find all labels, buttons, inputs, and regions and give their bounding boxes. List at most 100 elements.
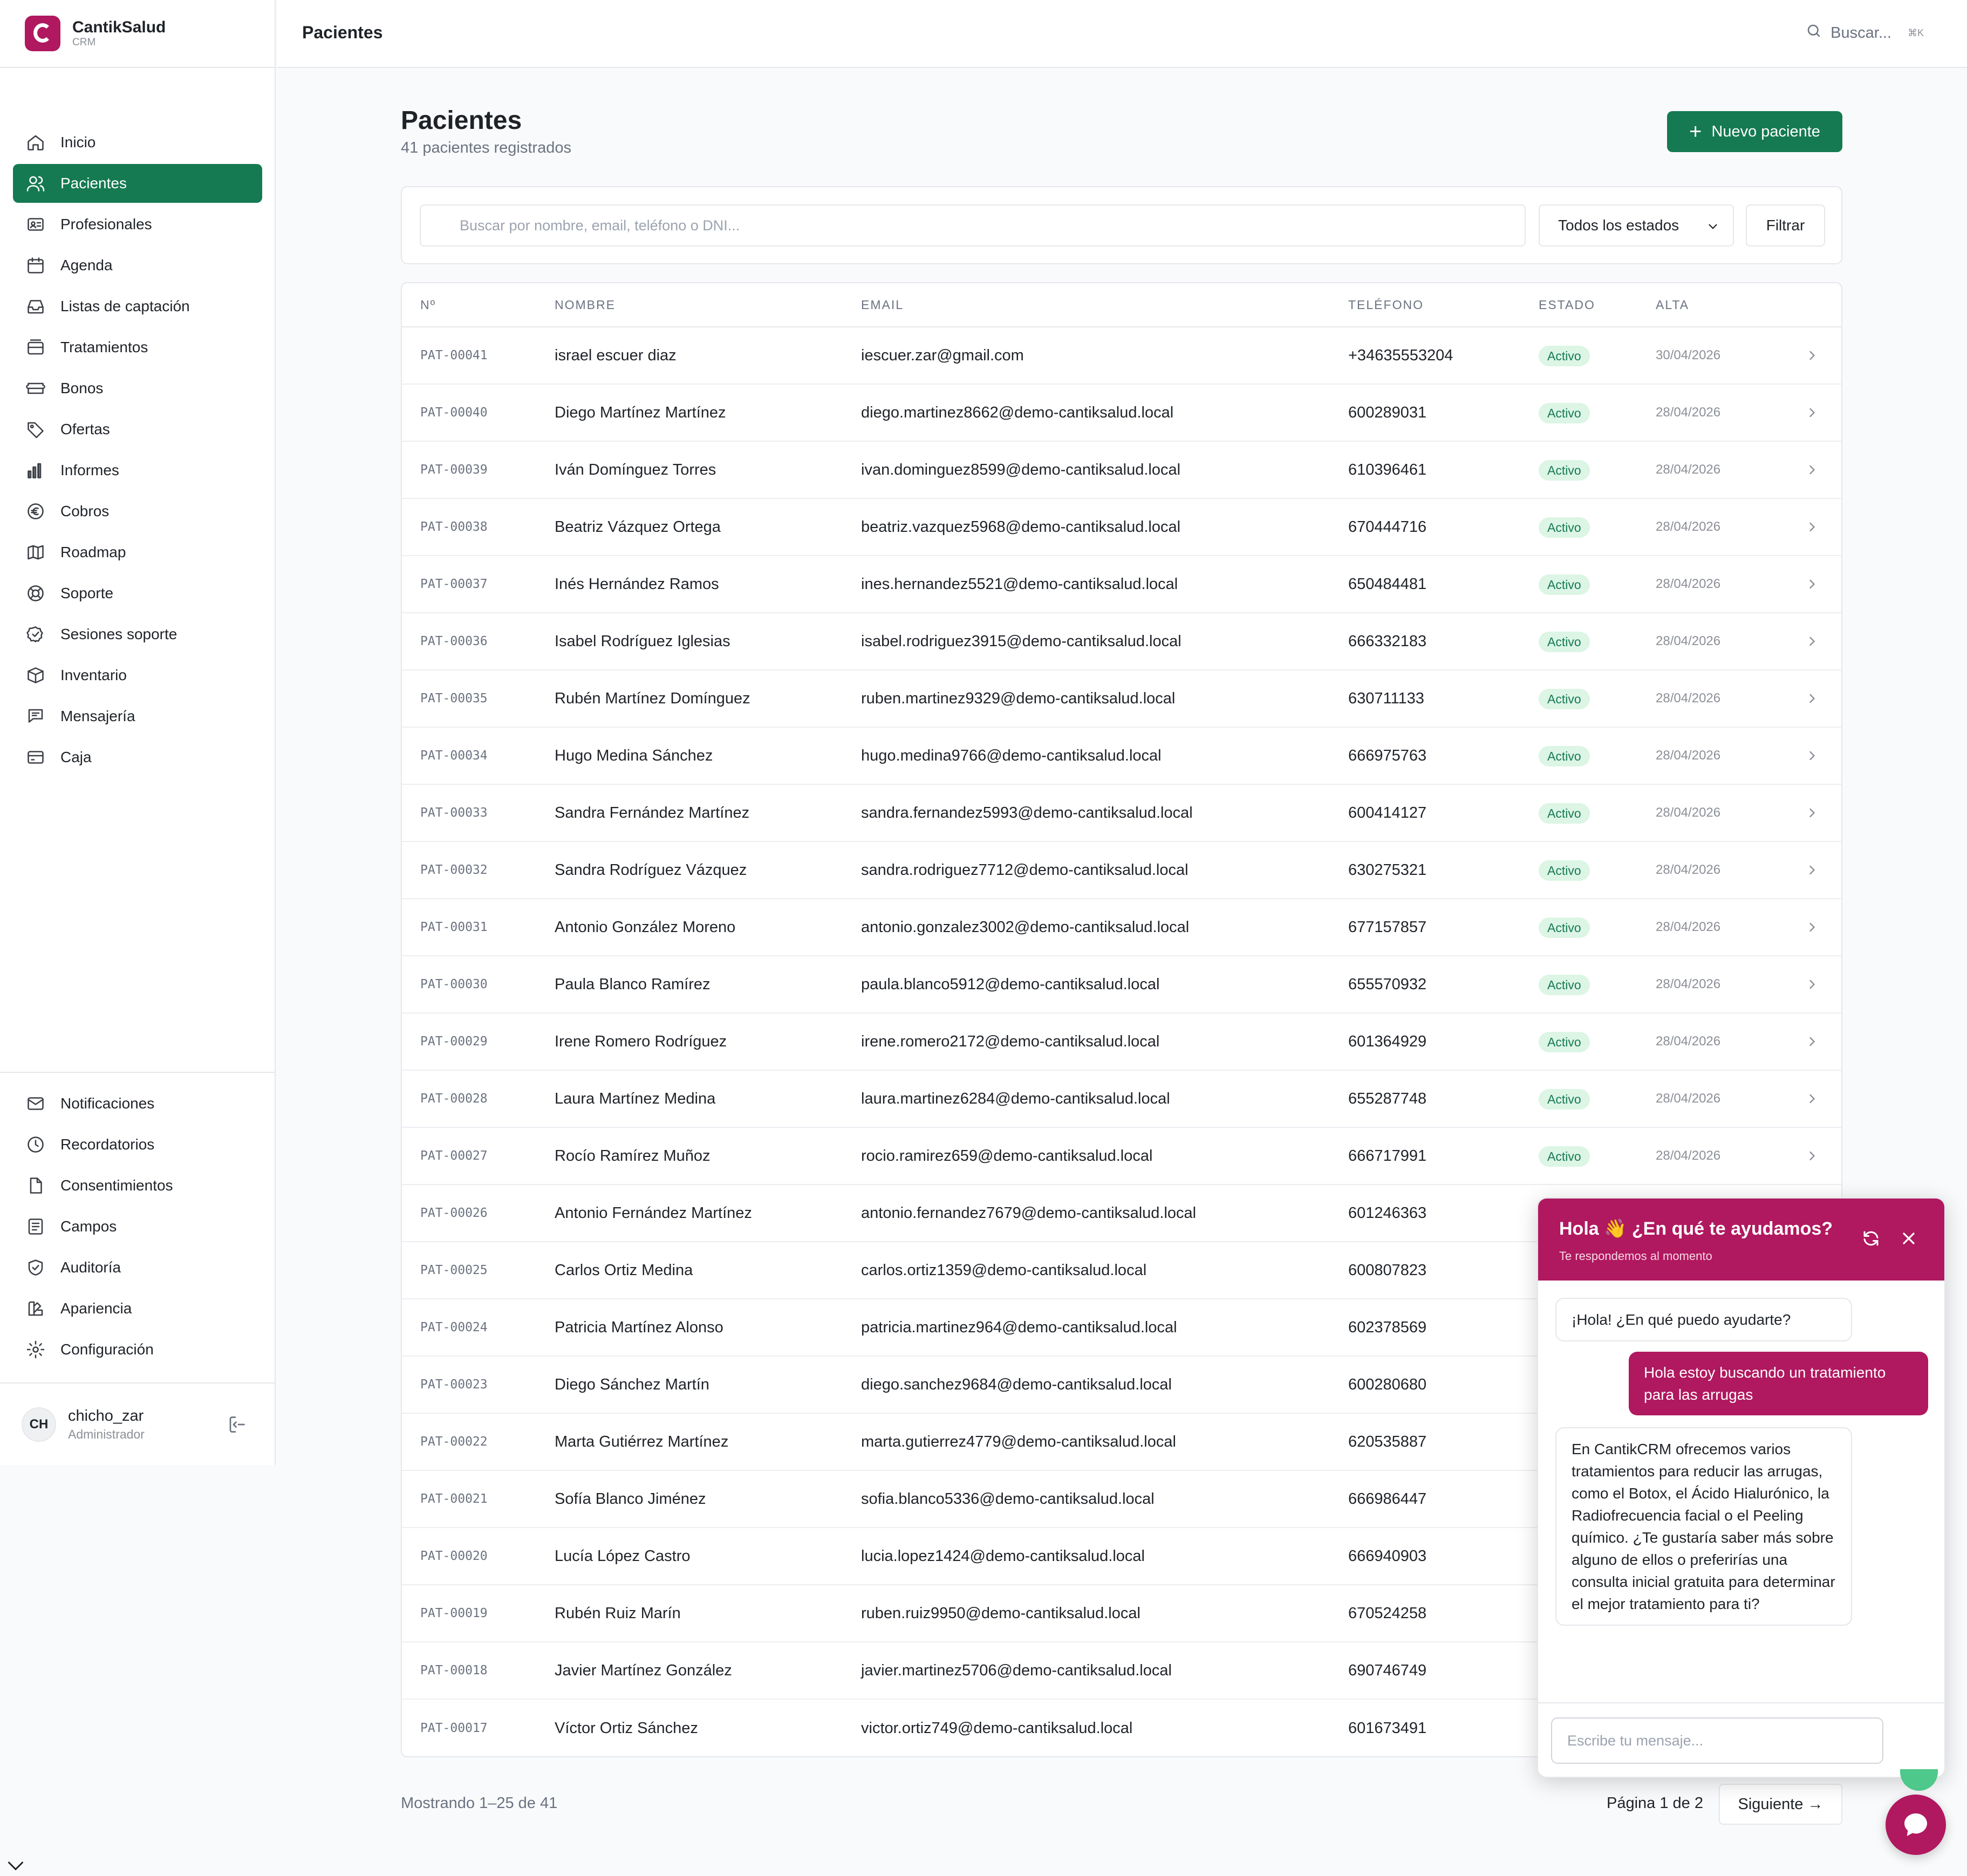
chevron-right-icon[interactable] — [1805, 691, 1820, 710]
calendar-icon — [26, 256, 45, 275]
patient-id: PAT-00033 — [420, 806, 488, 820]
patient-phone: 666332183 — [1348, 632, 1427, 650]
close-icon[interactable] — [1899, 1229, 1918, 1248]
chevron-right-icon[interactable] — [1805, 1091, 1820, 1111]
table-row[interactable]: PAT-00031 Antonio González Moreno antonio.… — [402, 899, 1841, 956]
chevron-right-icon[interactable] — [1805, 405, 1820, 425]
table-row[interactable]: PAT-00032 Sandra Rodríguez Vázquez sandra.… — [402, 842, 1841, 899]
table-row[interactable]: PAT-00034 Hugo Medina Sánchez hugo.medina9… — [402, 728, 1841, 785]
sidebar-item-caja[interactable]: Caja — [13, 738, 262, 777]
table-row[interactable]: PAT-00041 israel escuer diaz iescuer.zar@g… — [402, 327, 1841, 385]
patient-name: Diego Sánchez Martín — [555, 1375, 709, 1393]
sidebar-item-agenda[interactable]: Agenda — [13, 246, 262, 285]
sidebar-item-pacientes[interactable]: Pacientes — [13, 164, 262, 203]
status-badge: Activo — [1539, 1031, 1590, 1052]
chevron-right-icon[interactable] — [1805, 1034, 1820, 1053]
brand[interactable]: CantikSalud CRM — [0, 0, 275, 68]
sidebar-item-configuracion[interactable]: Configuración — [13, 1330, 262, 1369]
chevron-right-icon[interactable] — [1805, 862, 1820, 882]
chat-toggle-button[interactable] — [1886, 1795, 1946, 1855]
sidebar-item-campos[interactable]: Campos — [13, 1207, 262, 1246]
sidebar-item-profesionales[interactable]: Profesionales — [13, 205, 262, 244]
patient-alta-date: 28/04/2026 — [1656, 1148, 1721, 1163]
sidebar-item-bonos[interactable]: Bonos — [13, 369, 262, 408]
patient-email: sandra.fernandez5993@demo-cantiksalud.lo… — [861, 804, 1193, 821]
table-row[interactable]: PAT-00029 Irene Romero Rodríguez irene.rom… — [402, 1014, 1841, 1071]
sidebar-item-cobros[interactable]: Cobros — [13, 492, 262, 531]
table-row[interactable]: PAT-00035 Rubén Martínez Domínguez ruben.m… — [402, 670, 1841, 728]
sidebar-item-ofertas[interactable]: Ofertas — [13, 410, 262, 449]
patient-phone: 600414127 — [1348, 804, 1427, 821]
patient-email: paula.blanco5912@demo-cantiksalud.local — [861, 975, 1160, 993]
table-row[interactable]: PAT-00033 Sandra Fernández Martínez sandra… — [402, 785, 1841, 842]
chevron-right-icon[interactable] — [1805, 920, 1820, 939]
table-row[interactable]: PAT-00036 Isabel Rodríguez Iglesias isabel… — [402, 613, 1841, 670]
sidebar-item-informes[interactable]: Informes — [13, 451, 262, 490]
patient-id: PAT-00032 — [420, 863, 488, 877]
patient-alta-date: 28/04/2026 — [1656, 577, 1721, 591]
table-row[interactable]: PAT-00040 Diego Martínez Martínez diego.ma… — [402, 385, 1841, 442]
brand-name: CantikSalud — [72, 18, 166, 36]
avatar[interactable]: CH — [22, 1407, 56, 1442]
sidebar-item-auditoria[interactable]: Auditoría — [13, 1248, 262, 1287]
sidebar-item-inicio[interactable]: Inicio — [13, 123, 262, 162]
table-row[interactable]: PAT-00039 Iván Domínguez Torres ivan.domin… — [402, 442, 1841, 499]
patient-phone: 666717991 — [1348, 1147, 1427, 1165]
sidebar-item-label: Bonos — [60, 380, 104, 396]
patient-phone: 666986447 — [1348, 1490, 1427, 1508]
sidebar-item-notificaciones[interactable]: Notificaciones — [13, 1084, 262, 1123]
chat-message-bot: ¡Hola! ¿En qué puedo ayudarte? — [1555, 1298, 1852, 1341]
table-row[interactable]: PAT-00037 Inés Hernández Ramos ines.hernan… — [402, 556, 1841, 613]
chevron-right-icon[interactable] — [1805, 348, 1820, 367]
table-row[interactable]: PAT-00038 Beatriz Vázquez Ortega beatriz.v… — [402, 499, 1841, 556]
patient-alta-date: 28/04/2026 — [1656, 748, 1721, 763]
chevron-right-icon[interactable] — [1805, 977, 1820, 996]
chevron-right-icon[interactable] — [1805, 634, 1820, 653]
table-row[interactable]: PAT-00030 Paula Blanco Ramírez paula.blanc… — [402, 956, 1841, 1014]
table-row[interactable]: PAT-00027 Rocío Ramírez Muñoz rocio.ramire… — [402, 1128, 1841, 1185]
patient-phone: 601673491 — [1348, 1719, 1427, 1737]
chat-message-input[interactable]: Escribe tu mensaje... — [1551, 1717, 1883, 1764]
sidebar-item-soporte[interactable]: Soporte — [13, 574, 262, 613]
global-search-button[interactable]: Buscar... ⌘K — [1806, 23, 1924, 43]
sidebar-item-recordatorios[interactable]: Recordatorios — [13, 1125, 262, 1164]
sidebar-item-tratamientos[interactable]: Tratamientos — [13, 328, 262, 367]
sidebar-item-sesiones-soporte[interactable]: Sesiones soporte — [13, 615, 262, 654]
status-badge: Activo — [1539, 917, 1590, 938]
patient-id: PAT-00026 — [420, 1206, 488, 1220]
chevron-right-icon[interactable] — [1805, 519, 1820, 539]
status-badge: Activo — [1539, 402, 1590, 423]
sidebar-item-roadmap[interactable]: Roadmap — [13, 533, 262, 572]
chevron-right-icon[interactable] — [1805, 1148, 1820, 1168]
patient-email: beatriz.vazquez5968@demo-cantiksalud.loc… — [861, 518, 1181, 536]
chevron-right-icon[interactable] — [1805, 462, 1820, 482]
patient-email: antonio.gonzalez3002@demo-cantiksalud.lo… — [861, 918, 1190, 936]
chevron-right-icon[interactable] — [1805, 748, 1820, 768]
user-role: Administrador — [68, 1427, 145, 1441]
gear-icon — [26, 1340, 45, 1359]
col-name-header: NOMBRE — [555, 297, 616, 312]
sidebar-item-apariencia[interactable]: Apariencia — [13, 1289, 262, 1328]
sidebar-item-listas-de-captacion[interactable]: Listas de captación — [13, 287, 262, 326]
chevron-down-icon[interactable] — [2, 1860, 29, 1876]
next-page-button[interactable]: Siguiente → — [1719, 1784, 1842, 1825]
refresh-icon[interactable] — [1861, 1229, 1881, 1248]
chevron-right-icon[interactable] — [1805, 805, 1820, 825]
status-badge: Activo — [1539, 974, 1590, 995]
sidebar-item-inventario[interactable]: Inventario — [13, 656, 262, 695]
patient-search-input[interactable]: Buscar por nombre, email, teléfono o DNI… — [420, 204, 1526, 247]
status-badge: Activo — [1539, 631, 1590, 652]
patient-email: carlos.ortiz1359@demo-cantiksalud.local — [861, 1261, 1147, 1279]
table-row[interactable]: PAT-00028 Laura Martínez Medina laura.mart… — [402, 1071, 1841, 1128]
logout-icon[interactable] — [227, 1415, 247, 1434]
status-badge: Activo — [1539, 517, 1590, 538]
whatsapp-button-edge[interactable] — [1900, 1769, 1938, 1791]
sidebar-item-label: Mensajería — [60, 708, 135, 724]
sidebar-item-consentimientos[interactable]: Consentimientos — [13, 1166, 262, 1205]
status-select[interactable]: Todos los estados — [1539, 204, 1734, 247]
new-patient-button[interactable]: + Nuevo paciente — [1667, 111, 1842, 152]
patient-id: PAT-00027 — [420, 1149, 488, 1163]
chevron-right-icon[interactable] — [1805, 577, 1820, 596]
sidebar-item-mensajeria[interactable]: Mensajería — [13, 697, 262, 736]
filter-button[interactable]: Filtrar — [1746, 204, 1825, 247]
